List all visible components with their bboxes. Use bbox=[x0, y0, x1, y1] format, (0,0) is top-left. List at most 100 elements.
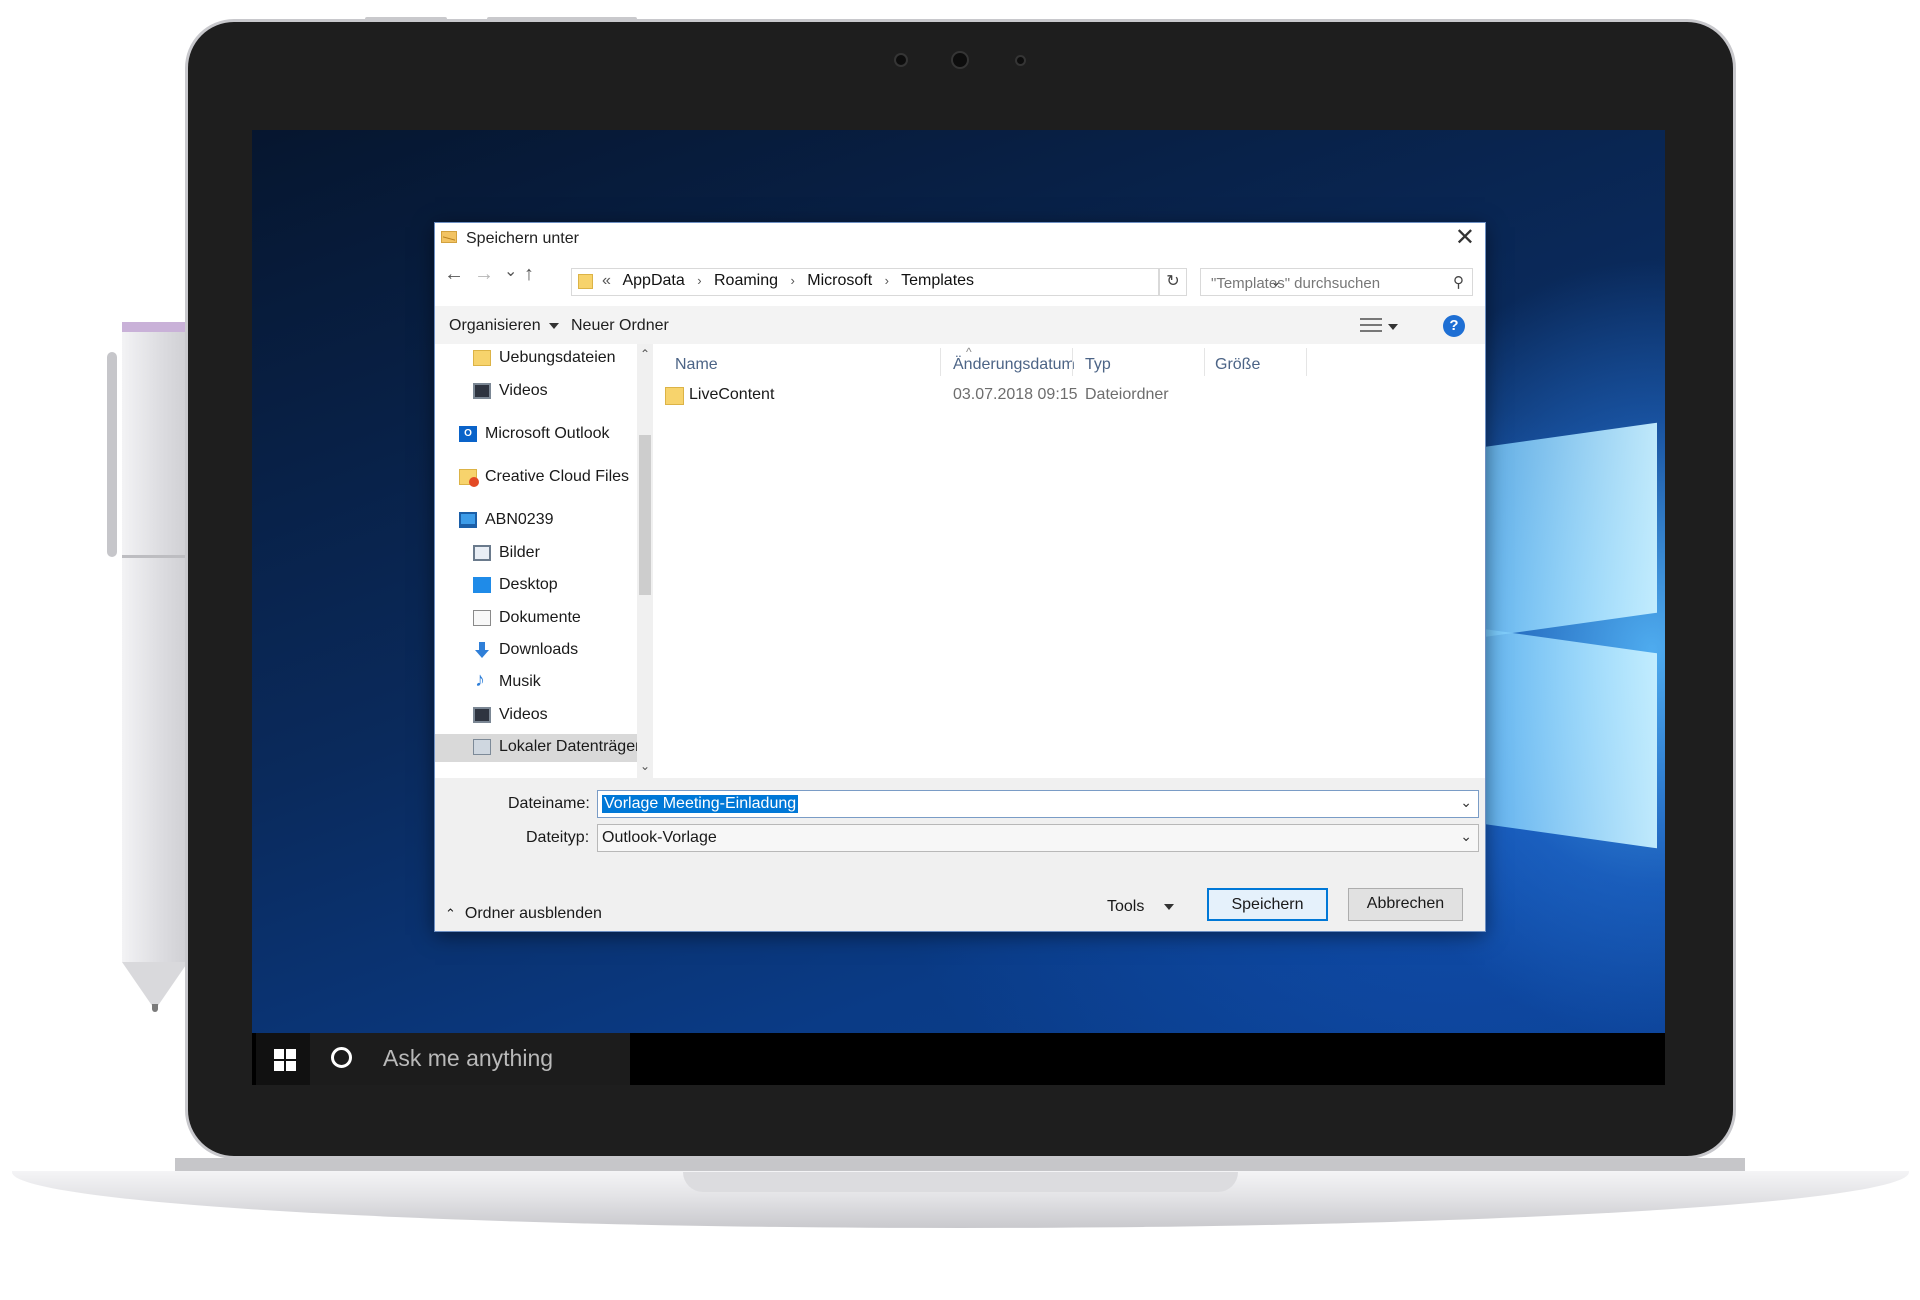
column-header-label: Typ bbox=[1085, 356, 1111, 373]
search-box: ⚲ bbox=[1200, 268, 1473, 297]
chevron-right-icon[interactable]: › bbox=[697, 273, 701, 288]
chevron-down-icon[interactable]: ⌄ bbox=[1460, 828, 1472, 845]
column-header-size[interactable]: Größe bbox=[1205, 344, 1305, 378]
column-header-type[interactable]: Typ bbox=[1073, 344, 1203, 378]
column-divider[interactable] bbox=[1306, 348, 1307, 376]
chevron-right-icon[interactable]: › bbox=[885, 273, 889, 288]
sidebar-item-label: ABN0239 bbox=[485, 511, 554, 528]
sidebar-item-label: Musik bbox=[499, 673, 541, 690]
cortana-search-box[interactable]: Ask me anything bbox=[310, 1033, 630, 1085]
start-button[interactable] bbox=[256, 1033, 310, 1085]
scrollbar-thumb[interactable] bbox=[639, 435, 651, 595]
sidebar-item-dokumente[interactable]: Dokumente bbox=[473, 605, 637, 633]
help-icon[interactable]: ? bbox=[1443, 315, 1465, 337]
filetype-select[interactable]: Outlook-Vorlage ⌄ bbox=[597, 824, 1479, 852]
scroll-down-icon[interactable]: ⌄ bbox=[640, 759, 650, 773]
breadcrumb-microsoft[interactable]: Microsoft bbox=[807, 272, 872, 289]
breadcrumb-overflow[interactable]: « bbox=[602, 272, 611, 289]
videos-icon bbox=[473, 383, 491, 399]
close-button[interactable]: ✕ bbox=[1455, 226, 1475, 250]
file-name: LiveContent bbox=[689, 386, 775, 403]
dialog-title: Speichern unter bbox=[466, 230, 579, 247]
sidebar-item-label: Downloads bbox=[499, 641, 579, 658]
filetype-value: Outlook-Vorlage bbox=[602, 829, 717, 846]
view-options-icon[interactable] bbox=[1360, 318, 1382, 332]
laptop-notch bbox=[683, 1172, 1238, 1192]
pen-clip bbox=[107, 352, 117, 557]
pen-band bbox=[122, 555, 188, 558]
chevron-right-icon[interactable]: › bbox=[790, 273, 794, 288]
windows-logo-pane bbox=[1482, 422, 1657, 638]
scroll-up-icon[interactable]: ⌃ bbox=[640, 347, 650, 361]
search-icon[interactable]: ⚲ bbox=[1453, 273, 1464, 291]
hide-folders-label: Ordner ausblenden bbox=[464, 905, 602, 922]
column-header-date[interactable]: Änderungsdatum bbox=[941, 344, 1075, 378]
breadcrumb-roaming[interactable]: Roaming bbox=[714, 272, 778, 289]
file-date: 03.07.2018 09:15 bbox=[953, 386, 1078, 403]
cortana-search-text: Ask me anything bbox=[383, 1045, 554, 1071]
documents-icon bbox=[473, 610, 491, 626]
cortana-icon bbox=[331, 1047, 352, 1068]
drive-icon bbox=[473, 739, 491, 755]
folder-icon bbox=[578, 274, 593, 289]
organize-menu[interactable]: Organisieren bbox=[449, 317, 559, 335]
sidebar-item-videos[interactable]: Videos bbox=[473, 378, 637, 406]
up-arrow-icon[interactable]: ↑ bbox=[524, 263, 534, 286]
table-row[interactable]: LiveContent 03.07.2018 09:15 Dateiordner bbox=[653, 382, 1485, 410]
sidebar-item-local-disk[interactable]: Lokaler Datenträger bbox=[435, 734, 637, 762]
sidebar-item-label: Bilder bbox=[499, 544, 540, 561]
tools-label: Tools bbox=[1107, 898, 1145, 915]
sidebar-item-uebungsdateien[interactable]: Uebungsdateien bbox=[473, 345, 637, 373]
windows-logo-icon bbox=[286, 1061, 296, 1071]
sidebar-item-outlook[interactable]: O Microsoft Outlook bbox=[459, 421, 637, 449]
recent-locations-icon[interactable]: ⌄ bbox=[504, 261, 517, 281]
navigation-pane: Uebungsdateien Videos O Microsoft Outloo… bbox=[435, 344, 637, 778]
command-bar: Organisieren Neuer Ordner ? bbox=[435, 306, 1485, 344]
hide-folders-toggle[interactable]: ⌃ Ordner ausblenden bbox=[445, 905, 602, 923]
refresh-button[interactable]: ↻ bbox=[1159, 268, 1187, 296]
cancel-button[interactable]: Abbrechen bbox=[1348, 888, 1463, 921]
sidebar-item-label: Desktop bbox=[499, 576, 558, 593]
sidebar-item-musik[interactable]: Musik bbox=[473, 669, 637, 697]
sidebar-item-label: Lokaler Datenträger bbox=[499, 738, 637, 755]
windows-logo-icon bbox=[286, 1049, 296, 1059]
sidebar-item-videos-2[interactable]: Videos bbox=[473, 702, 637, 730]
sidebar-item-label: Uebungsdateien bbox=[499, 349, 616, 366]
folder-icon bbox=[665, 387, 684, 405]
downloads-icon bbox=[473, 642, 491, 658]
chevron-down-icon[interactable]: ⌄ bbox=[1460, 794, 1472, 811]
column-header-name[interactable]: Name bbox=[653, 344, 940, 378]
save-as-dialog: Speichern unter ✕ ← → ⌄ ↑ « AppData › Ro… bbox=[435, 223, 1485, 931]
pen-cap bbox=[122, 322, 188, 332]
sidebar-item-label: Microsoft Outlook bbox=[485, 425, 610, 442]
stylus-pen bbox=[122, 322, 188, 962]
caret-down-icon[interactable] bbox=[1388, 324, 1398, 330]
breadcrumb-templates[interactable]: Templates bbox=[901, 272, 974, 289]
creative-cloud-icon bbox=[459, 469, 479, 487]
address-bar[interactable]: « AppData › Roaming › Microsoft › Templa… bbox=[571, 268, 1282, 296]
windows-logo-icon bbox=[274, 1049, 284, 1059]
laptop-hinge bbox=[175, 1158, 1745, 1172]
windows-logo-icon bbox=[274, 1061, 284, 1071]
computer-icon bbox=[459, 512, 477, 528]
sidebar-item-creative-cloud[interactable]: Creative Cloud Files bbox=[459, 464, 637, 492]
file-list: ^ Name Änderungsdatum Typ Größe LiveCont… bbox=[653, 344, 1485, 778]
breadcrumb-appdata[interactable]: AppData bbox=[622, 272, 684, 289]
save-form: Dateiname: Vorlage Meeting-Einladung ⌄ D… bbox=[435, 778, 1485, 931]
pictures-icon bbox=[473, 545, 491, 561]
forward-arrow-icon[interactable]: → bbox=[474, 263, 494, 286]
sidebar-item-this-pc[interactable]: ABN0239 bbox=[459, 507, 637, 535]
save-button[interactable]: Speichern bbox=[1207, 888, 1328, 921]
back-arrow-icon[interactable]: ← bbox=[444, 263, 464, 286]
filename-input[interactable]: Vorlage Meeting-Einladung ⌄ bbox=[597, 790, 1479, 818]
sidebar-item-label: Dokumente bbox=[499, 609, 581, 626]
sidebar-item-bilder[interactable]: Bilder bbox=[473, 540, 637, 568]
file-type: Dateiordner bbox=[1085, 386, 1169, 403]
sidebar-item-desktop[interactable]: Desktop bbox=[473, 572, 637, 600]
tools-menu[interactable]: Tools bbox=[1107, 898, 1175, 916]
music-icon bbox=[473, 669, 491, 692]
search-input[interactable] bbox=[1201, 269, 1443, 297]
sidebar-item-downloads[interactable]: Downloads bbox=[473, 637, 637, 665]
new-folder-button[interactable]: Neuer Ordner bbox=[571, 317, 669, 335]
column-header-label: Name bbox=[675, 356, 718, 373]
